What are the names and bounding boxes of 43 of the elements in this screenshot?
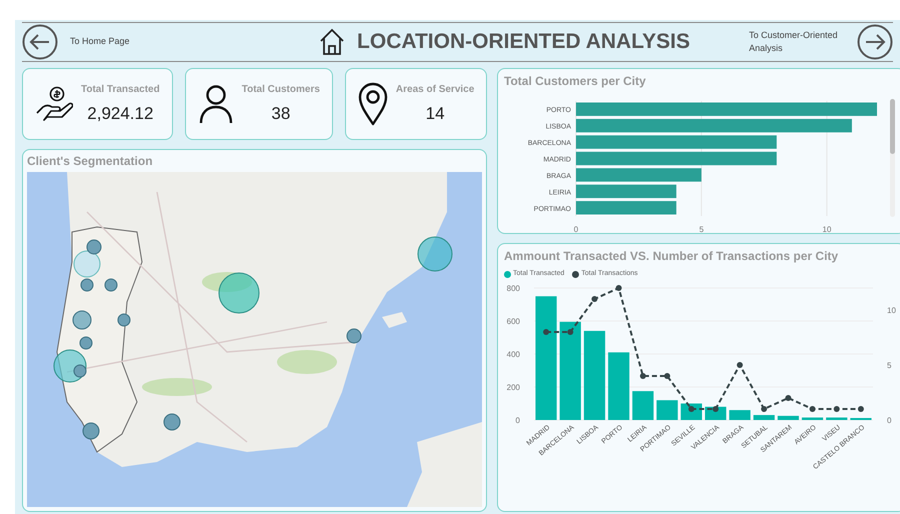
- data-point[interactable]: [592, 296, 598, 302]
- axis-tick-label: 200: [506, 382, 520, 392]
- location-pin-icon: [358, 82, 388, 126]
- kpi-value: 14: [426, 102, 445, 125]
- axis-tick-label: 800: [506, 284, 520, 292]
- axis-tick-label: 5: [699, 225, 704, 234]
- axis-tick-label: 600: [506, 316, 520, 326]
- data-point[interactable]: [543, 328, 550, 334]
- axis-tick-label: 400: [506, 350, 520, 358]
- data-point[interactable]: [736, 362, 743, 368]
- person-icon: [198, 84, 234, 124]
- chart-title: Ammount Transacted VS. Number of Transactions per City: [504, 248, 840, 265]
- kpi-label: Total Transacted: [81, 82, 160, 97]
- data-point[interactable]: [785, 394, 792, 400]
- page-title: LOCATION-ORIENTED ANALYSIS: [357, 29, 690, 56]
- axis-tick-label: 10: [822, 225, 832, 234]
- bar[interactable]: [560, 321, 581, 420]
- data-point[interactable]: [688, 406, 694, 412]
- data-point[interactable]: [640, 372, 646, 378]
- axis-tick-label: 10: [887, 306, 896, 314]
- data-point[interactable]: [664, 372, 670, 378]
- axis-tick-label: 0: [574, 225, 578, 234]
- data-point[interactable]: [712, 406, 719, 412]
- home-icon: [319, 28, 346, 56]
- scrollbar[interactable]: [890, 99, 895, 217]
- kpi-label: Total Customers: [242, 82, 320, 97]
- data-point[interactable]: [616, 284, 622, 290]
- data-point[interactable]: [761, 406, 768, 412]
- data-point[interactable]: [858, 406, 864, 412]
- axis-tick-label: 0: [516, 416, 520, 424]
- home-page-link[interactable]: To Home Page: [70, 35, 260, 49]
- axis-tick-label: 5: [887, 360, 892, 370]
- kpi-label: Areas of Service: [396, 82, 474, 97]
- data-point[interactable]: [809, 406, 816, 412]
- chart-title: Total Customers per City: [504, 73, 647, 90]
- customer-analysis-link[interactable]: To Customer-Oriented Analysis: [749, 29, 849, 55]
- kpi-value: 2,924.12: [87, 102, 154, 125]
- panel-title: Client's Segmentation: [27, 153, 154, 170]
- data-point[interactable]: [834, 406, 840, 412]
- hand-coin-icon: [35, 85, 73, 123]
- axis-tick-label: 0: [887, 416, 892, 424]
- data-point[interactable]: [567, 328, 574, 334]
- kpi-value: 38: [271, 102, 290, 125]
